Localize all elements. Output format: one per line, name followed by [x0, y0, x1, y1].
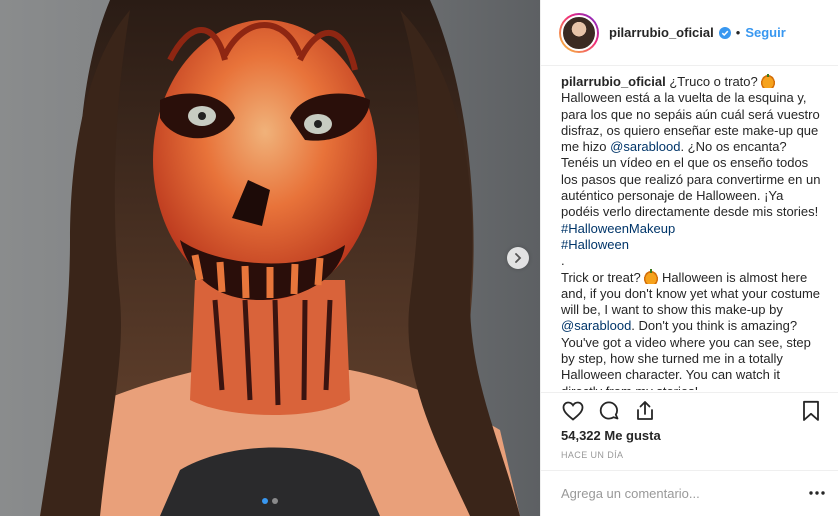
- action-bar: [541, 392, 838, 428]
- comment-icon[interactable]: [597, 399, 621, 423]
- heart-icon[interactable]: [561, 399, 585, 423]
- bookmark-icon[interactable]: [799, 399, 823, 423]
- caption-english: Trick or treat? Halloween is almost here…: [561, 268, 823, 390]
- mention-link[interactable]: @sarablood: [561, 318, 631, 333]
- like-count[interactable]: 54,322 Me gusta: [561, 428, 661, 443]
- caption-period: .: [561, 253, 565, 269]
- pumpkin-emoji-icon: [644, 268, 659, 284]
- comment-input[interactable]: [561, 486, 791, 501]
- hashtag-link[interactable]: #Halloween: [561, 237, 629, 252]
- caption-username-link[interactable]: pilarrubio_oficial: [561, 74, 666, 89]
- carousel-indicator: [0, 498, 540, 504]
- carousel-dot-active: [262, 498, 268, 504]
- post-caption: pilarrubio_oficial ¿Truco o trato? Hallo…: [561, 74, 823, 390]
- caption-text: ¿Truco o trato?: [665, 74, 762, 89]
- hashtag-link[interactable]: #HalloweenMakeup: [561, 221, 675, 236]
- post-timestamp[interactable]: HACE UN DÍA: [561, 450, 623, 460]
- post-sidebar: pilarrubio_oficial • Seguir pilarrubio_o…: [540, 0, 838, 516]
- separator: •: [735, 25, 741, 40]
- caption-text: Trick or treat?: [561, 269, 645, 285]
- avatar[interactable]: [559, 12, 599, 53]
- post-photo[interactable]: [0, 0, 540, 516]
- caption-spanish: pilarrubio_oficial ¿Truco o trato? Hallo…: [561, 74, 823, 253]
- comment-bar: [541, 470, 838, 516]
- pumpkin-emoji-icon: [761, 74, 776, 88]
- chevron-right-icon: [515, 253, 522, 263]
- mention-link[interactable]: @sarablood: [610, 139, 680, 154]
- instagram-post: pilarrubio_oficial • Seguir pilarrubio_o…: [0, 0, 838, 516]
- post-header: pilarrubio_oficial • Seguir: [541, 0, 838, 66]
- username-link[interactable]: pilarrubio_oficial: [609, 25, 714, 40]
- more-options-icon[interactable]: [809, 490, 825, 496]
- halloween-makeup-photo: [0, 0, 540, 516]
- follow-button[interactable]: Seguir: [745, 25, 785, 40]
- share-icon[interactable]: [633, 399, 657, 423]
- carousel-dot: [272, 498, 278, 504]
- carousel-next-button[interactable]: [507, 247, 529, 269]
- verified-badge-icon: [718, 26, 731, 39]
